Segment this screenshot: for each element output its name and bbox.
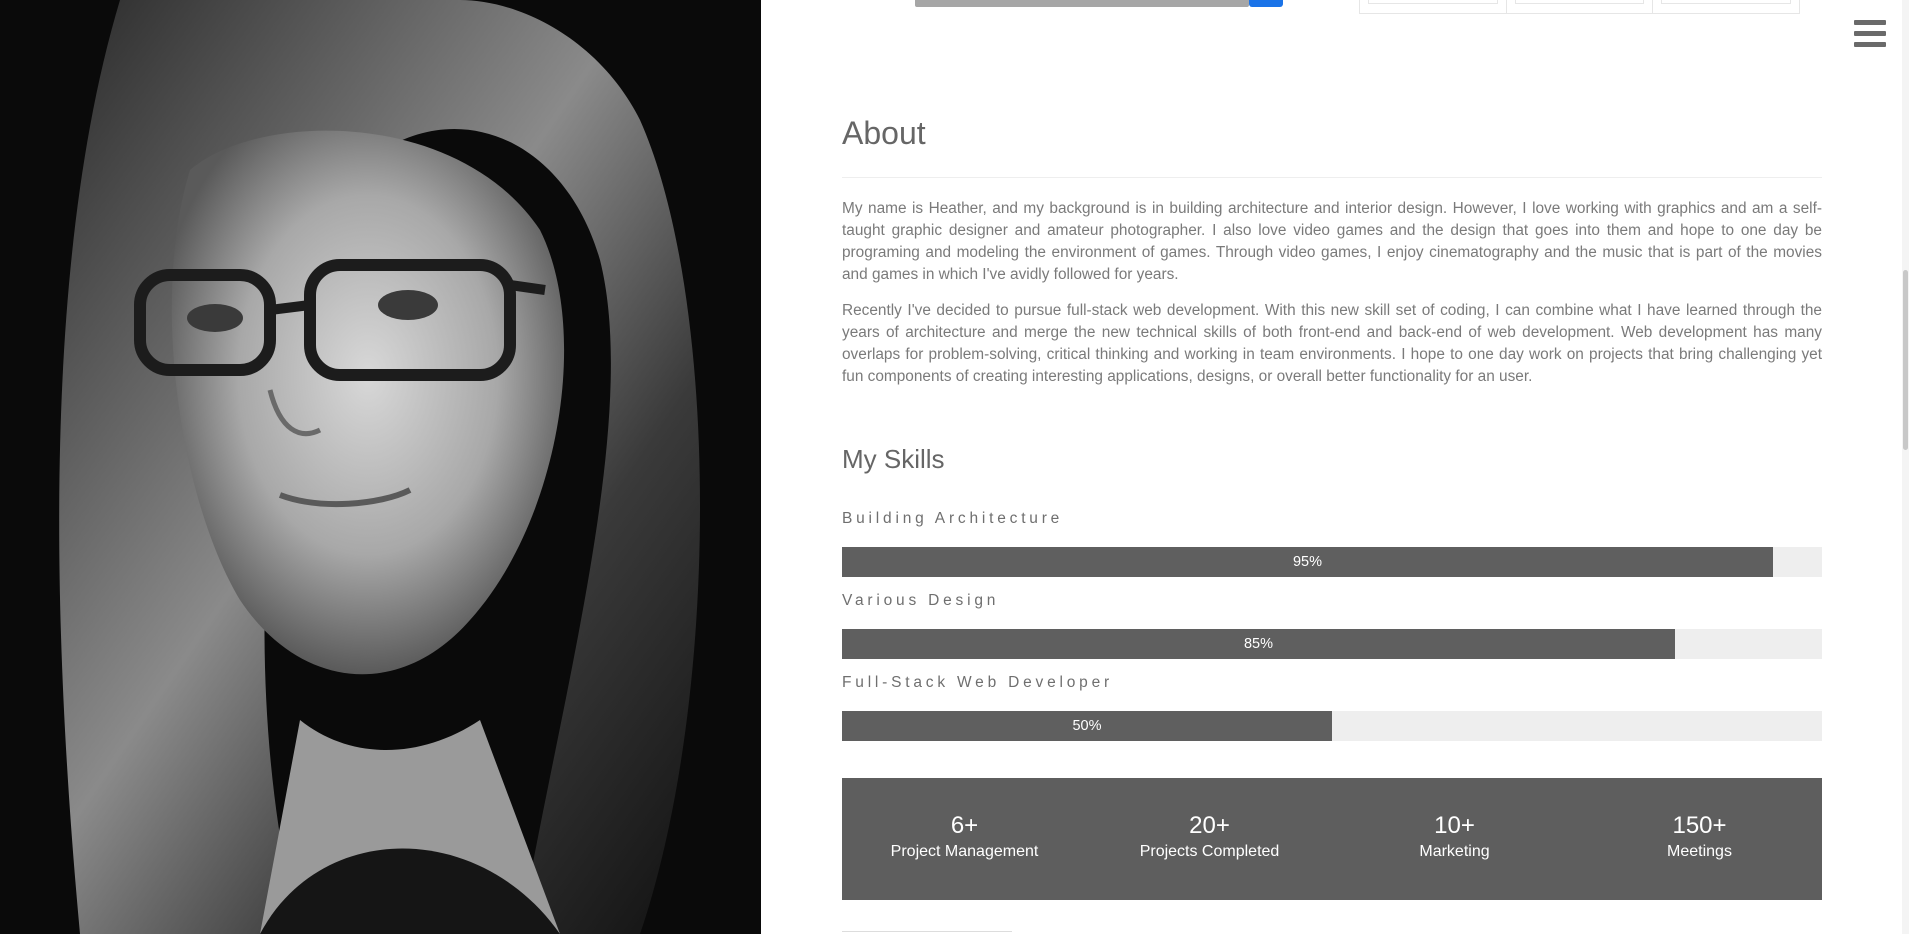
main-content: About My name is Heather, and my backgro… — [761, 0, 1909, 934]
stat-number: 6+ — [950, 812, 979, 839]
skill-bar-fill: 95% — [842, 547, 1773, 577]
section-divider — [842, 177, 1822, 178]
skill-label-full-stack: Full-Stack Web Developer — [842, 674, 1113, 691]
skill-bar-building-architecture: 95% — [842, 547, 1822, 577]
stat-label: Project Management — [890, 843, 1039, 860]
portrait-photo-icon — [0, 0, 761, 934]
scrollbar-thumb[interactable] — [1903, 270, 1908, 450]
stat-marketing: 10+ Marketing — [1332, 778, 1577, 900]
page-scrollbar[interactable] — [1902, 0, 1909, 934]
stat-label: Projects Completed — [1139, 843, 1280, 860]
filter-tabs — [1359, 0, 1800, 14]
filter-tab[interactable] — [1360, 0, 1507, 13]
stat-project-management: 6+ Project Management — [842, 778, 1087, 900]
skill-bar-various-design: 85% — [842, 629, 1822, 659]
stat-label: Meetings — [1667, 843, 1732, 860]
skills-title: My Skills — [842, 444, 945, 474]
filter-tab[interactable] — [1653, 0, 1799, 13]
about-paragraph-1: My name is Heather, and my background is… — [842, 200, 1822, 283]
search-input[interactable] — [915, 0, 1249, 7]
search-button[interactable] — [1249, 0, 1283, 7]
skill-bar-full-stack: 50% — [842, 711, 1822, 741]
stat-projects-completed: 20+ Projects Completed — [1087, 778, 1332, 900]
hamburger-menu-icon[interactable] — [1854, 20, 1886, 48]
stat-number: 20+ — [1189, 812, 1230, 839]
profile-photo — [0, 0, 761, 934]
filter-tab[interactable] — [1507, 0, 1654, 13]
stats-panel: 6+ Project Management 20+ Projects Compl… — [842, 778, 1822, 900]
stat-meetings: 150+ Meetings — [1577, 778, 1822, 900]
about-paragraph-2: Recently I've decided to pursue full-sta… — [842, 302, 1822, 385]
stat-number: 150+ — [1672, 812, 1727, 839]
skill-label-building-architecture: Building Architecture — [842, 510, 1064, 527]
stat-number: 10+ — [1434, 812, 1475, 839]
stat-label: Marketing — [1419, 843, 1490, 860]
skill-label-various-design: Various Design — [842, 592, 1000, 609]
about-title: About — [842, 115, 926, 151]
skill-bar-fill: 85% — [842, 629, 1675, 659]
skill-bar-fill: 50% — [842, 711, 1332, 741]
